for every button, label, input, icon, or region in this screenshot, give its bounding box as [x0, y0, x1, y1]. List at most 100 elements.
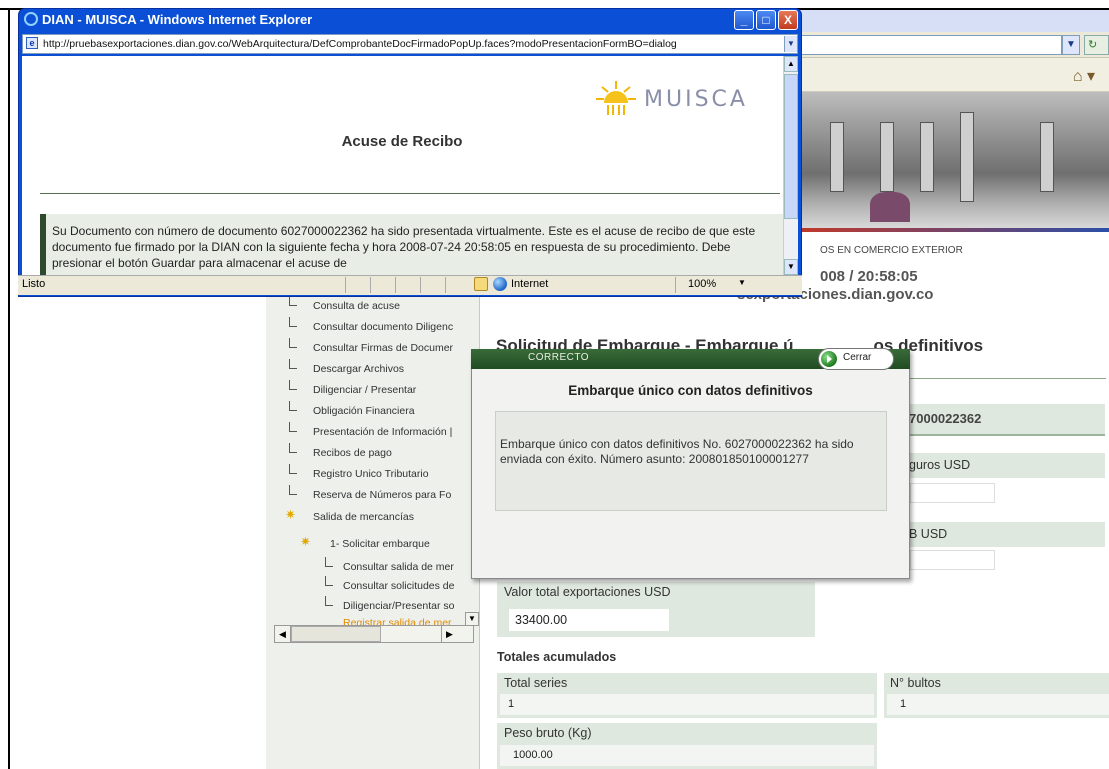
- acuse-heading: Acuse de Recibo: [341, 133, 463, 150]
- banner-people: [870, 192, 910, 222]
- scroll-up-icon[interactable]: ▲: [784, 56, 798, 72]
- popup-status-bar: [18, 275, 802, 295]
- menu-item-presentacion[interactable]: Presentación de Información |: [313, 426, 452, 438]
- scroll-down-icon[interactable]: ▼: [465, 612, 479, 626]
- menu-item-salida[interactable]: Salida de mercancías: [313, 511, 414, 523]
- banner-column: [1040, 122, 1054, 192]
- session-datetime: 008 / 20:58:05: [820, 268, 918, 285]
- menu-item-consulta-acuse[interactable]: Consulta de acuse: [313, 300, 400, 312]
- scroll-thumb[interactable]: [291, 626, 381, 642]
- menu-item-recibos[interactable]: Recibos de pago: [313, 447, 392, 459]
- bultos-label: N° bultos: [890, 676, 941, 690]
- tree-connector: [325, 576, 333, 586]
- tree-connector: [289, 464, 297, 474]
- bultos-value: 1: [887, 694, 1109, 715]
- dialog-message: Embarque único con datos definitivos No.…: [500, 437, 854, 466]
- status-separator: [420, 277, 421, 293]
- scroll-left-icon[interactable]: ◀: [275, 626, 291, 642]
- protected-mode-icon[interactable]: [474, 277, 488, 291]
- menu-left-blank: [10, 296, 266, 769]
- status-text: Listo: [22, 278, 46, 290]
- tree-connector: [289, 338, 297, 348]
- main-address-input[interactable]: [800, 35, 1062, 55]
- tree-connector: [289, 422, 297, 432]
- muisca-logo: MUISCA: [590, 75, 770, 119]
- totales-heading: Totales acumulados: [497, 650, 617, 664]
- zoom-dropdown-icon[interactable]: ▼: [738, 278, 746, 287]
- globe-icon: [493, 277, 507, 291]
- peso-bruto-label: Peso bruto (Kg): [504, 726, 592, 740]
- menu-item-rut[interactable]: Registro Unico Tributario: [313, 468, 429, 480]
- refresh-icon[interactable]: ↻: [1084, 35, 1109, 55]
- menu-item-obligacion[interactable]: Obligación Financiera: [313, 405, 415, 417]
- seguros-label: guros USD: [905, 453, 1105, 478]
- peso-bruto-value: 1000.00: [500, 745, 874, 766]
- scroll-thumb[interactable]: [784, 74, 798, 219]
- star-icon: ✷: [285, 507, 296, 522]
- banner-column: [920, 122, 934, 192]
- menu-horizontal-scrollbar[interactable]: ◀ ▶: [274, 625, 474, 643]
- popup-title: DIAN - MUISCA - Windows Internet Explore…: [42, 12, 313, 27]
- menu-item-reserva[interactable]: Reserva de Números para Fo: [313, 489, 451, 501]
- home-icon[interactable]: ⌂ ▾: [1073, 66, 1095, 86]
- acuse-divider: [40, 193, 780, 194]
- scroll-right-icon[interactable]: ▶: [441, 626, 457, 642]
- arrow-circle-icon: [821, 351, 837, 367]
- close-dialog-label: Cerrar: [843, 352, 872, 363]
- close-window-button[interactable]: X: [778, 10, 798, 30]
- close-dialog-button[interactable]: Cerrar: [818, 348, 894, 370]
- tree-connector: [289, 317, 297, 327]
- tree-connector: [289, 380, 297, 390]
- zoom-level[interactable]: 100%: [688, 278, 716, 290]
- star-icon: ✷: [300, 534, 311, 549]
- scroll-down-icon[interactable]: ▼: [784, 259, 798, 275]
- page-icon: e: [26, 37, 38, 49]
- logo-wordmark: MUISCA: [644, 87, 748, 112]
- header-banner-photo: [800, 92, 1109, 228]
- banner-column: [830, 122, 844, 192]
- total-series-value: 1: [500, 694, 874, 715]
- status-separator: [445, 277, 446, 293]
- tree-connector: [289, 359, 297, 369]
- tree-connector: [325, 557, 333, 567]
- fob-field[interactable]: [910, 550, 995, 570]
- menu-subitem-diligenciar[interactable]: Diligenciar/Presentar so: [343, 600, 454, 612]
- tree-connector: [289, 443, 297, 453]
- main-toolbar: ⌂ ▾: [800, 58, 1109, 92]
- dialog-status-label: CORRECTO: [528, 352, 590, 363]
- tree-connector: [289, 296, 297, 306]
- acuse-message: Su Documento con número de documento 602…: [52, 224, 756, 270]
- menu-subitem-consultar-solicitudes[interactable]: Consultar solicitudes de: [343, 580, 454, 592]
- valor-total-label: Valor total exportaciones USD: [504, 585, 671, 599]
- menu-subitem-registrar[interactable]: Registrar salida de mer: [343, 617, 452, 625]
- menu-item-solicitar-embarque[interactable]: 1- Solicitar embarque: [330, 538, 430, 550]
- ie-icon: [24, 12, 38, 26]
- site-subtitle: OS EN COMERCIO EXTERIOR: [820, 245, 963, 256]
- seguros-field[interactable]: [910, 483, 995, 503]
- menu-item-consultar-firmas[interactable]: Consultar Firmas de Documer: [313, 342, 453, 354]
- menu-item-descargar-archivos[interactable]: Descargar Archivos: [313, 363, 404, 375]
- total-series-label: Total series: [504, 676, 568, 690]
- security-zone[interactable]: Internet: [511, 278, 548, 290]
- valor-total-field[interactable]: 33400.00: [509, 609, 669, 631]
- status-separator: [370, 277, 371, 293]
- banner-accent-line: [800, 228, 1109, 232]
- menu-item-consultar-documento[interactable]: Consultar documento Diligenc: [313, 321, 453, 333]
- popup-address-field[interactable]: http://pruebasexportaciones.dian.gov.co/…: [22, 34, 798, 54]
- docnum-divider: [905, 434, 1105, 436]
- address-dropdown-icon[interactable]: ▼: [784, 36, 797, 52]
- status-separator: [675, 277, 676, 293]
- banner-column: [880, 122, 894, 192]
- menu-subitem-consultar-salida[interactable]: Consultar salida de mer: [343, 561, 454, 573]
- fob-label: B USD: [905, 522, 1105, 547]
- menu-item-diligenciar[interactable]: Diligenciar / Presentar: [313, 384, 416, 396]
- banner-statue: [960, 112, 974, 202]
- minimize-button[interactable]: _: [734, 10, 754, 30]
- tree-connector: [325, 596, 333, 606]
- status-separator: [395, 277, 396, 293]
- maximize-button[interactable]: □: [756, 10, 776, 30]
- popup-vertical-scrollbar[interactable]: ▲ ▼: [783, 56, 798, 275]
- address-dropdown-icon[interactable]: ▼: [1062, 35, 1080, 55]
- document-number: 7000022362: [905, 404, 1105, 434]
- main-address-bar: ▼ ↻: [800, 32, 1109, 58]
